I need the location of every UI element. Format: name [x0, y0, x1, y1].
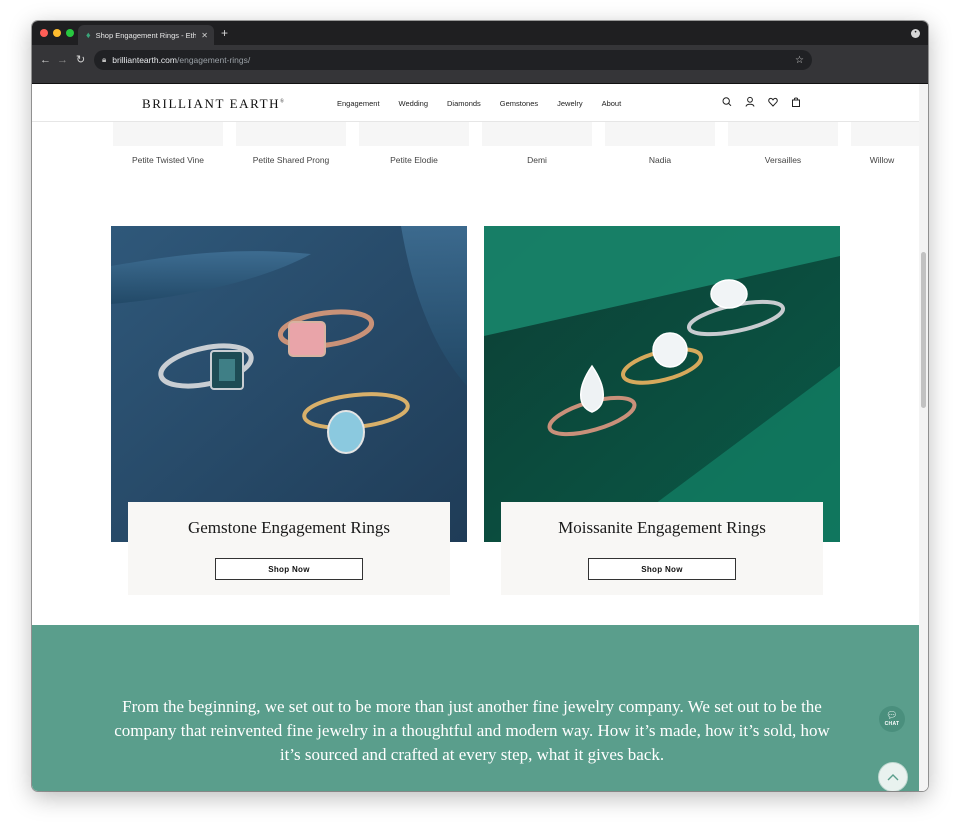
chevron-up-icon: [887, 774, 899, 781]
chat-label: CHAT: [884, 721, 900, 727]
forward-arrow-icon[interactable]: →: [57, 53, 68, 67]
browser-tab-active[interactable]: ♦ Shop Engagement Rings - Eth ✕: [78, 25, 214, 45]
gemstone-shop-now-button[interactable]: Shop Now: [215, 558, 363, 580]
mission-section: From the beginning, we set out to be mor…: [32, 625, 919, 791]
site-header: BRILLIANT EARTH® Engagement Wedding Diam…: [32, 84, 919, 122]
search-icon[interactable]: [722, 96, 732, 108]
moissanite-feature-title: Moissanite Engagement Rings: [558, 518, 766, 537]
gemstone-rings-illustration: [111, 226, 467, 542]
carousel-thumb[interactable]: [605, 122, 715, 146]
browser-window: ♦ Shop Engagement Rings - Eth ✕ + • ← → …: [32, 21, 928, 791]
carousel-thumb[interactable]: [728, 122, 838, 146]
url-host: brilliantearth.com: [112, 55, 177, 65]
gemstone-feature-card: Gemstone Engagement Rings Shop Now: [111, 226, 467, 595]
carousel-label[interactable]: Demi: [472, 155, 602, 165]
address-bar[interactable]: 🔒︎ brilliantearth.com/engagement-rings/ …: [94, 50, 812, 70]
minimize-window-button[interactable]: [53, 29, 61, 37]
moissanite-shop-now-button[interactable]: Shop Now: [588, 558, 736, 580]
logo-registered-mark: ®: [280, 99, 286, 105]
nav-diamonds[interactable]: Diamonds: [447, 99, 481, 108]
page-scrollbar[interactable]: [919, 84, 928, 791]
chat-button[interactable]: 💬︎ CHAT: [879, 706, 905, 732]
carousel-thumb[interactable]: [359, 122, 469, 146]
nav-wedding[interactable]: Wedding: [399, 99, 428, 108]
mission-text: From the beginning, we set out to be mor…: [114, 697, 830, 764]
back-arrow-icon[interactable]: ←: [40, 53, 51, 67]
scrollbar-thumb[interactable]: [921, 252, 926, 408]
brand-logo[interactable]: BRILLIANT EARTH®: [142, 96, 286, 112]
carousel-label[interactable]: Petite Elodie: [349, 155, 479, 165]
page-viewport: BRILLIANT EARTH® Engagement Wedding Diam…: [32, 84, 928, 791]
carousel-label[interactable]: Versailles: [718, 155, 848, 165]
tab-strip: ♦ Shop Engagement Rings - Eth ✕ + •: [32, 21, 928, 45]
shopping-bag-icon[interactable]: [791, 96, 801, 108]
url-path: /engagement-rings/: [177, 55, 251, 65]
carousel-thumb[interactable]: [851, 122, 919, 146]
profile-menu-icon[interactable]: •: [911, 29, 920, 38]
account-icon[interactable]: [745, 96, 755, 108]
carousel-thumb[interactable]: [236, 122, 346, 146]
carousel-thumb[interactable]: [482, 122, 592, 146]
wishlist-heart-icon[interactable]: [768, 96, 778, 108]
logo-text: BRILLIANT EARTH: [142, 96, 281, 111]
moissanite-feature-panel: Moissanite Engagement Rings Shop Now: [501, 502, 823, 595]
carousel-label[interactable]: Nadia: [595, 155, 725, 165]
gemstone-rings-image[interactable]: [111, 226, 467, 542]
moissanite-rings-illustration: [484, 226, 840, 542]
nav-jewelry[interactable]: Jewelry: [557, 99, 582, 108]
maximize-window-button[interactable]: [66, 29, 74, 37]
tab-close-icon[interactable]: ✕: [201, 31, 208, 40]
window-controls: [40, 29, 74, 37]
bookmark-star-icon[interactable]: ☆: [795, 55, 804, 66]
gemstone-feature-title: Gemstone Engagement Rings: [187, 518, 391, 537]
browser-toolbar: ← → ↻ 🔒︎ brilliantearth.com/engagement-r…: [32, 45, 928, 84]
chat-bubble-icon: 💬︎: [886, 710, 898, 720]
nav-about[interactable]: About: [602, 99, 622, 108]
carousel-label[interactable]: Petite Twisted Vine: [103, 155, 233, 165]
reload-icon[interactable]: ↻: [76, 53, 85, 67]
header-icons: [722, 96, 801, 108]
lock-icon[interactable]: 🔒︎: [102, 55, 106, 65]
back-to-top-button[interactable]: [878, 762, 908, 791]
carousel-thumb[interactable]: [113, 122, 223, 146]
nav-engagement[interactable]: Engagement: [337, 99, 380, 108]
close-window-button[interactable]: [40, 29, 48, 37]
gemstone-feature-panel: Gemstone Engagement Rings Shop Now: [128, 502, 450, 595]
brilliant-earth-favicon-icon: ♦: [86, 29, 91, 40]
moissanite-feature-card: Moissanite Engagement Rings Shop Now: [484, 226, 840, 595]
carousel-label[interactable]: Willow: [842, 155, 922, 165]
ring-style-carousel: Petite Twisted Vine Petite Shared Prong …: [32, 122, 919, 172]
tab-title: Shop Engagement Rings - Eth: [95, 30, 197, 40]
main-nav: Engagement Wedding Diamonds Gemstones Je…: [337, 99, 640, 108]
url-text[interactable]: brilliantearth.com/engagement-rings/: [112, 55, 250, 65]
new-tab-icon[interactable]: +: [221, 27, 228, 39]
moissanite-rings-image[interactable]: [484, 226, 840, 542]
nav-gemstones[interactable]: Gemstones: [500, 99, 538, 108]
carousel-label[interactable]: Petite Shared Prong: [226, 155, 356, 165]
